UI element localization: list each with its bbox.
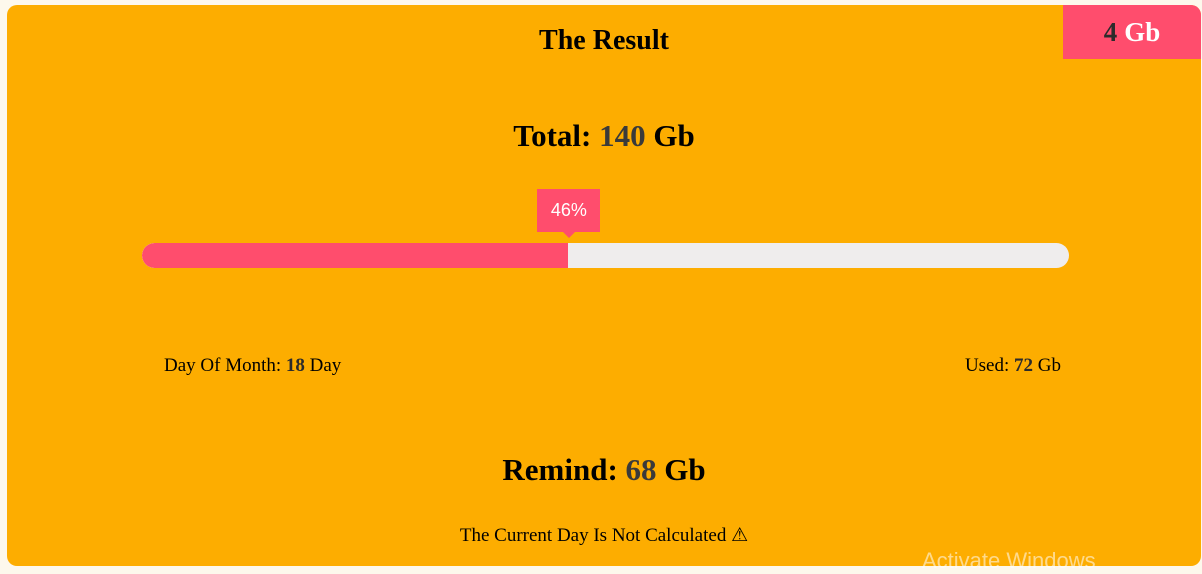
progress-percent-label: 46%: [550, 200, 587, 220]
day-of-month-value: 18: [285, 355, 305, 376]
day-of-month-stat: Day Of Month: 18 Day: [164, 355, 341, 377]
used-stat: Used: 72 Gb: [965, 355, 1061, 377]
total-unit: Gb: [653, 118, 695, 153]
remind-value: 68: [625, 452, 657, 487]
remind-label: Remind:: [502, 452, 618, 487]
remind-heading: Remind: 68 Gb: [7, 452, 1201, 488]
total-heading: Total: 140 Gb: [7, 118, 1201, 154]
progress-bar: [142, 243, 1069, 268]
page-title: The Result: [539, 25, 669, 56]
activate-windows-watermark: Activate Windows: [922, 548, 1096, 573]
used-unit: Gb: [1037, 355, 1061, 376]
day-of-month-unit: Day: [309, 355, 342, 376]
day-of-month-label: Day Of Month:: [164, 355, 282, 376]
calculation-note: The Current Day Is Not Calculated ⚠: [459, 525, 749, 546]
used-value: 72: [1014, 355, 1034, 376]
total-label: Total:: [513, 118, 592, 153]
result-card: 4 Gb The Result Total: 140 Gb 46% Day Of…: [7, 5, 1201, 566]
progress-fill: [142, 243, 569, 268]
progress-tooltip: 46%: [537, 189, 601, 238]
remind-unit: Gb: [664, 452, 706, 487]
total-value: 140: [599, 118, 646, 153]
used-label: Used:: [964, 355, 1010, 376]
